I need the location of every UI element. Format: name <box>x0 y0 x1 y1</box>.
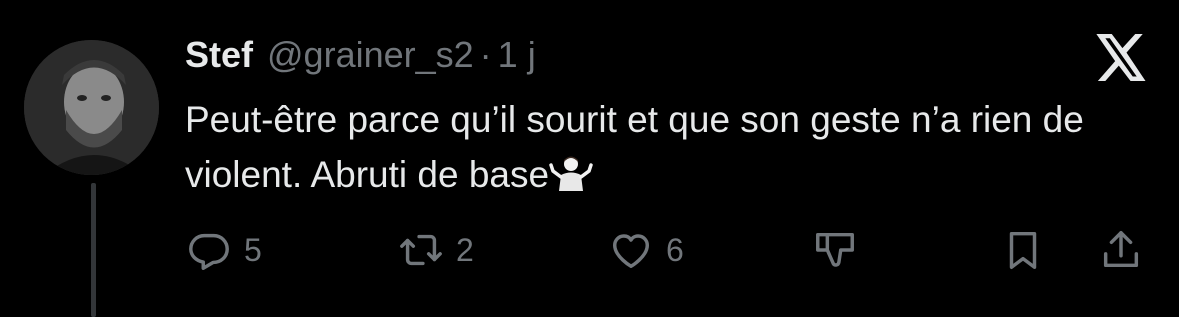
retweet-button[interactable]: 2 <box>398 222 474 278</box>
avatar[interactable] <box>24 40 159 175</box>
like-count: 6 <box>666 231 684 268</box>
bookmark-button[interactable] <box>1000 222 1046 278</box>
retweet-icon <box>400 234 442 266</box>
separator-dot: · <box>479 34 492 75</box>
reply-count: 5 <box>244 231 262 268</box>
bookmark-icon <box>1009 231 1037 269</box>
action-bar: 5 2 6 <box>0 222 1179 278</box>
reply-button[interactable]: 5 <box>186 222 262 278</box>
retweet-count: 2 <box>456 231 474 268</box>
dislike-icon <box>816 232 854 267</box>
like-icon <box>612 234 650 269</box>
like-button[interactable]: 6 <box>608 222 684 278</box>
tweet-text: Peut-être parce qu’il sourit et que son … <box>185 99 1084 195</box>
share-icon <box>1103 231 1139 268</box>
avatar-photo <box>24 40 159 175</box>
timestamp[interactable]: 1 j <box>498 34 536 76</box>
dislike-button[interactable] <box>812 222 858 278</box>
reply-icon <box>189 233 229 270</box>
author-handle[interactable]: @grainer_s2 <box>267 34 474 76</box>
share-button[interactable] <box>1098 222 1144 278</box>
x-logo-icon[interactable] <box>1096 34 1148 81</box>
tweet-text-container: Peut-être parce qu’il sourit et que son … <box>185 92 1160 202</box>
person-shrugging-emoji-icon <box>549 153 593 193</box>
tweet-header: Stef @grainer_s2 · 1 j <box>185 34 536 84</box>
author-name[interactable]: Stef <box>185 34 253 76</box>
